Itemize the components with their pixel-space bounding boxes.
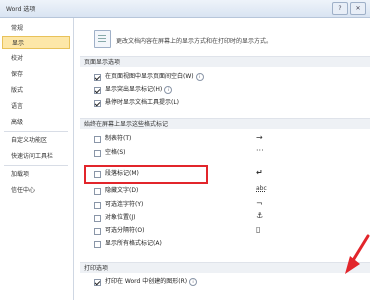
annotation-arrow [345,234,370,274]
